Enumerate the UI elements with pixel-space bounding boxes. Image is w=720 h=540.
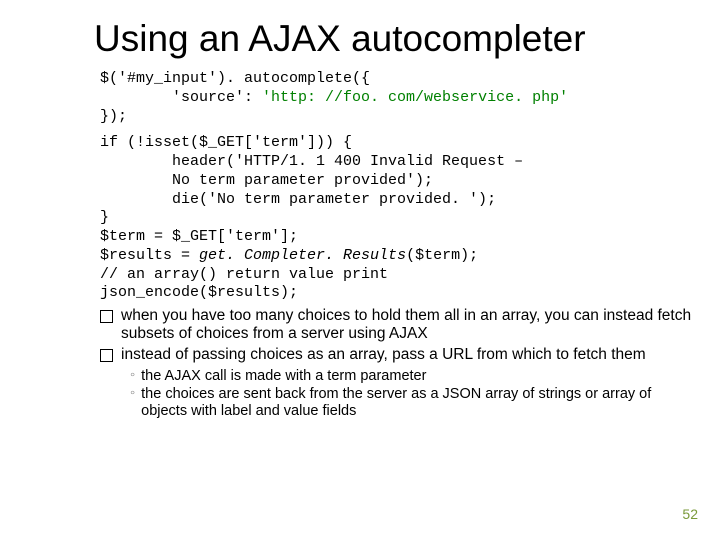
bullet-item: instead of passing choices as an array, … (100, 346, 694, 364)
square-bullet-icon (100, 310, 113, 323)
sub-bullet-item: ◦ the AJAX call is made with a term para… (130, 368, 694, 385)
circle-bullet-icon: ◦ (130, 368, 135, 384)
sub-bullet-text: the AJAX call is made with a term parame… (141, 368, 694, 385)
code-line: No term parameter provided'); (100, 172, 433, 189)
code-line: }); (100, 108, 127, 125)
code-line: $results = (100, 247, 199, 264)
circle-bullet-icon: ◦ (130, 386, 135, 402)
code-block-php: if (!isset($_GET['term'])) { header('HTT… (100, 134, 694, 303)
page-number: 52 (682, 506, 698, 522)
sub-bullet-list: ◦ the AJAX call is made with a term para… (130, 368, 694, 420)
code-line: $term = $_GET['term']; (100, 228, 298, 245)
code-line: } (100, 209, 109, 226)
bullet-text: when you have too many choices to hold t… (121, 307, 694, 344)
code-line: json_encode($results); (100, 284, 298, 301)
code-line: $('#my_input'). autocomplete({ (100, 70, 370, 87)
code-line: header('HTTP/1. 1 400 Invalid Request – (100, 153, 523, 170)
sub-bullet-text: the choices are sent back from the serve… (141, 386, 694, 420)
square-bullet-icon (100, 349, 113, 362)
code-line: 'source': (100, 89, 262, 106)
bullet-item: when you have too many choices to hold t… (100, 307, 694, 344)
bullet-text: instead of passing choices as an array, … (121, 346, 694, 364)
code-line: ($term); (406, 247, 478, 264)
sub-bullet-item: ◦ the choices are sent back from the ser… (130, 386, 694, 420)
slide: Using an AJAX autocompleter $('#my_input… (0, 0, 720, 540)
bullet-list: when you have too many choices to hold t… (100, 307, 694, 364)
code-identifier: get. Completer. Results (199, 247, 406, 264)
code-line: if (!isset($_GET['term'])) { (100, 134, 352, 151)
slide-title: Using an AJAX autocompleter (94, 18, 694, 60)
code-line: die('No term parameter provided. '); (100, 191, 496, 208)
code-comment: // an array() return value print (100, 266, 388, 283)
code-block-js: $('#my_input'). autocomplete({ 'source':… (100, 70, 694, 126)
code-string: 'http: //foo. com/webservice. php' (262, 89, 568, 106)
